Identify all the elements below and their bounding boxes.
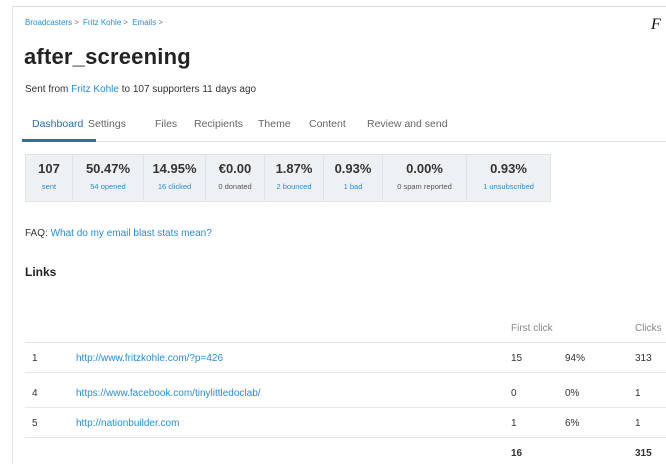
- tab-bar: Dashboard Settings Files Recipients Them…: [22, 112, 666, 142]
- stat-unsubscribed[interactable]: 0.93% 1 unsubscribed: [467, 155, 550, 201]
- stat-spam-reported: 0.00% 0 spam reported: [383, 155, 467, 201]
- row-number: 1: [32, 353, 38, 364]
- faq-link[interactable]: What do my email blast stats mean?: [51, 228, 212, 239]
- first-click-percent: 0%: [565, 388, 580, 399]
- breadcrumb-fritz-kohle[interactable]: Fritz Kohle: [83, 18, 121, 27]
- table-row: 1 http://www.fritzkohle.com/?p=426 15 94…: [25, 344, 666, 373]
- active-tab-indicator: [22, 139, 96, 142]
- stats-bar: 107 sent 50.47% 54 opened 14.95% 16 clicked…: [25, 154, 551, 202]
- page-title: after_screening: [24, 44, 191, 69]
- table-totals-row: 16 315: [25, 439, 666, 464]
- faq-line: FAQ: What do my email blast stats mean?: [25, 228, 212, 239]
- sent-prefix: Sent from: [25, 84, 69, 95]
- tab-dashboard[interactable]: Dashboard: [32, 118, 83, 130]
- tab-settings[interactable]: Settings: [88, 118, 126, 130]
- stat-bad[interactable]: 0.93% 1 bad: [324, 155, 383, 201]
- first-click-count: 1: [511, 418, 517, 429]
- stat-opened[interactable]: 50.47% 54 opened: [73, 155, 144, 201]
- faq-prefix: FAQ:: [25, 228, 48, 239]
- header-first-click: First click: [511, 323, 553, 334]
- breadcrumb-emails[interactable]: Emails: [132, 18, 156, 27]
- corner-mark: F: [651, 16, 661, 33]
- stat-clicked[interactable]: 14.95% 16 clicked: [144, 155, 206, 201]
- links-heading: Links: [25, 265, 57, 279]
- link-url[interactable]: https://www.facebook.com/tinylittledocla…: [76, 388, 261, 399]
- clicks-count: 313: [635, 353, 652, 364]
- tab-review-and-send[interactable]: Review and send: [367, 118, 448, 130]
- link-url[interactable]: http://nationbuilder.com: [76, 418, 179, 429]
- link-url[interactable]: http://www.fritzkohle.com/?p=426: [76, 353, 223, 364]
- tab-recipients[interactable]: Recipients: [194, 118, 243, 130]
- sent-suffix: to 107 supporters 11 days ago: [121, 84, 257, 95]
- stat-sent[interactable]: 107 sent: [26, 155, 73, 201]
- sender-link[interactable]: Fritz Kohle: [71, 84, 119, 95]
- table-row: 4 https://www.facebook.com/tinylittledoc…: [25, 379, 666, 408]
- first-click-percent: 94%: [565, 353, 586, 364]
- first-click-count: 15: [511, 353, 523, 364]
- header-clicks: Clicks: [635, 323, 662, 334]
- tab-theme[interactable]: Theme: [258, 118, 291, 130]
- row-number: 5: [32, 418, 38, 429]
- tab-files[interactable]: Files: [155, 118, 177, 130]
- sent-info: Sent from Fritz Kohle to 107 supporters …: [25, 84, 256, 95]
- clicks-count: 1: [635, 388, 641, 399]
- total-clicks: 315: [635, 448, 652, 459]
- stat-bounced[interactable]: 1.87% 2 bounced: [265, 155, 324, 201]
- tab-content[interactable]: Content: [309, 118, 346, 130]
- row-number: 4: [32, 388, 38, 399]
- breadcrumb: Broadcasters > Fritz Kohle > Emails >: [25, 18, 163, 27]
- clicks-count: 1: [635, 418, 641, 429]
- stat-donated: €0.00 0 donated: [206, 155, 265, 201]
- breadcrumb-broadcasters[interactable]: Broadcasters: [25, 18, 72, 27]
- first-click-percent: 6%: [565, 418, 580, 429]
- total-first-clicks: 16: [511, 448, 523, 459]
- links-table-header: First click Clicks: [25, 314, 666, 343]
- table-row: 5 http://nationbuilder.com 1 6% 1: [25, 409, 666, 438]
- first-click-count: 0: [511, 388, 517, 399]
